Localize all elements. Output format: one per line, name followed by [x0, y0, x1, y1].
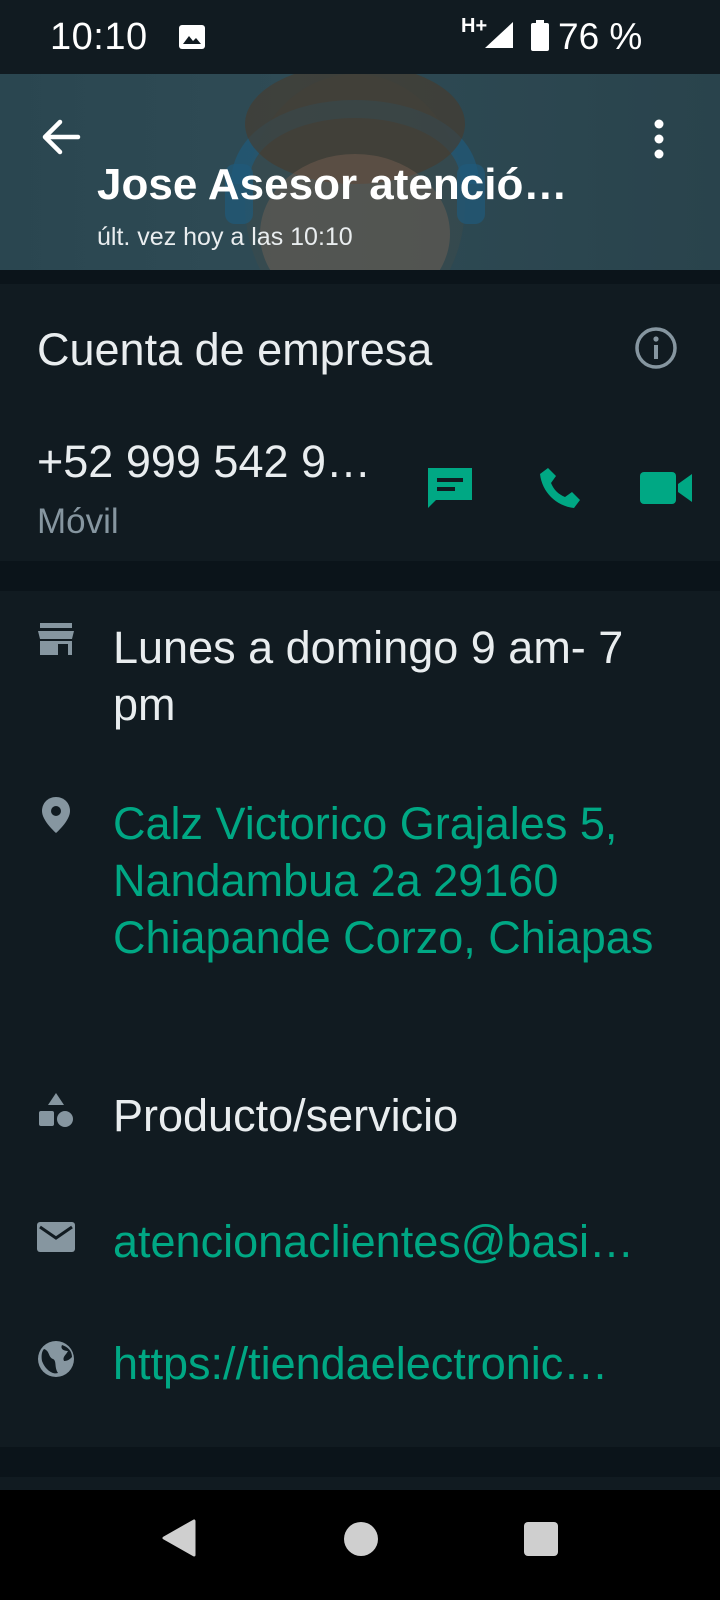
store-icon: [38, 623, 74, 655]
business-address[interactable]: Calz Victorico Grajales 5, Nandambua 2a …: [113, 795, 693, 966]
contact-header: Jose Asesor atenció… últ. vez hoy a las …: [0, 74, 720, 270]
status-time: 10:10: [50, 16, 148, 58]
call-icon[interactable]: [536, 464, 584, 512]
navigation-bar: [0, 1490, 720, 1600]
signal-icon: [485, 22, 513, 48]
last-seen: últ. vez hoy a las 10:10: [97, 223, 353, 251]
video-call-icon[interactable]: [640, 470, 692, 506]
business-category: Producto/servicio: [113, 1090, 459, 1141]
category-icon: [39, 1093, 73, 1127]
message-icon[interactable]: [424, 466, 476, 510]
phone-number[interactable]: +52 999 542 9…: [37, 436, 371, 488]
image-icon: [179, 25, 205, 49]
business-details-section: Lunes a domingo 9 am- 7 pm Calz Victoric…: [0, 591, 720, 1447]
info-icon[interactable]: [634, 326, 678, 370]
contact-name: Jose Asesor atenció…: [97, 160, 568, 209]
nav-home-icon[interactable]: [344, 1522, 378, 1556]
business-email[interactable]: atencionaclientes@basi…: [113, 1213, 693, 1270]
back-arrow-icon[interactable]: [40, 116, 82, 158]
nav-recent-apps-icon[interactable]: [524, 1522, 558, 1556]
battery-icon: [531, 20, 549, 51]
globe-icon: [38, 1341, 74, 1377]
business-account-section: Cuenta de empresa +52 999 542 9… Móvil: [0, 284, 720, 561]
phone-type: Móvil: [37, 502, 119, 541]
more-options-icon[interactable]: [652, 118, 666, 160]
location-icon: [42, 797, 70, 833]
battery-level: 76 %: [558, 16, 643, 57]
business-website[interactable]: https://tiendaelectronic…: [113, 1335, 693, 1392]
business-hours: Lunes a domingo 9 am- 7 pm: [113, 622, 624, 730]
status-bar: 10:10 H+ 76 %: [0, 0, 720, 74]
email-icon: [37, 1222, 75, 1252]
nav-back-icon[interactable]: [160, 1518, 196, 1558]
business-account-title: Cuenta de empresa: [37, 324, 433, 375]
